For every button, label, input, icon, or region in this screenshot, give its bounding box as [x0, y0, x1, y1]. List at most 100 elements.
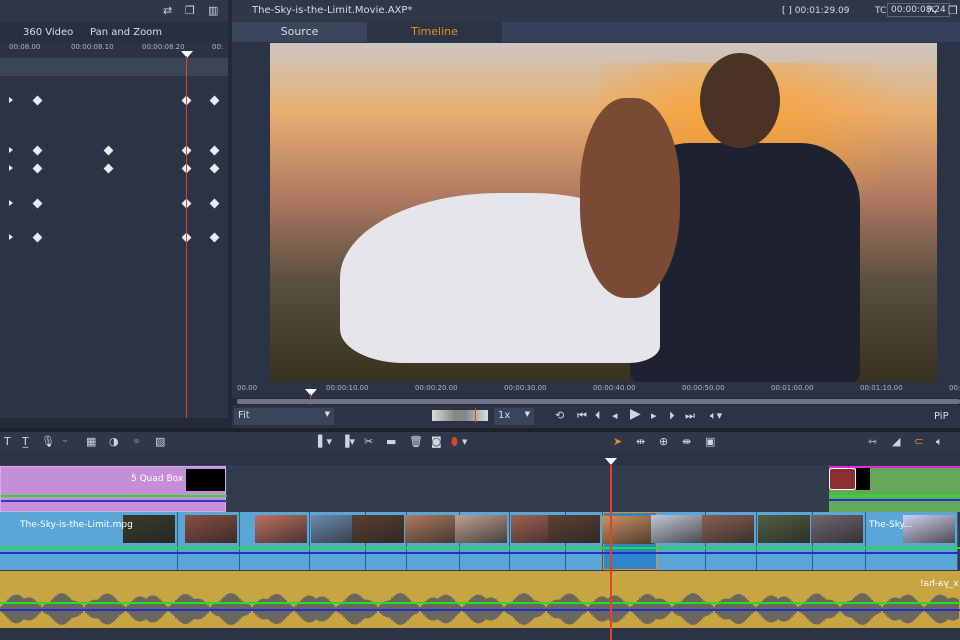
- razor-icon[interactable]: ✂: [364, 435, 373, 449]
- green-clip[interactable]: [829, 466, 960, 512]
- video-clip[interactable]: [240, 512, 310, 570]
- keyframe[interactable]: [209, 198, 220, 209]
- video-pan-line: [0, 552, 960, 554]
- crop-icon[interactable]: ▣: [705, 435, 715, 449]
- shuttle-control[interactable]: [432, 410, 488, 421]
- audio-scrub-icon[interactable]: 🔈︎: [936, 435, 943, 449]
- overlay-thumbnail: [186, 469, 225, 491]
- video-clip[interactable]: [405, 512, 460, 570]
- go-to-start-icon[interactable]: ⏮: [577, 409, 587, 423]
- expand-icon[interactable]: [9, 200, 13, 206]
- marker-out-icon[interactable]: ▐▾: [341, 435, 355, 449]
- player-scrubber-handle[interactable]: [305, 389, 317, 396]
- keyframe[interactable]: [209, 145, 220, 156]
- volume-icon[interactable]: 🔈︎▾: [710, 409, 722, 423]
- video-clip[interactable]: [455, 512, 510, 570]
- video-clip[interactable]: [548, 512, 603, 570]
- magnet-icon[interactable]: ⊂: [914, 435, 923, 449]
- player-ruler[interactable]: 00.00 00:00:10.00 00:00:20.00 00:00:30.00 00…: [232, 382, 960, 398]
- chevron-down-icon[interactable]: ▼: [462, 435, 467, 449]
- slip-icon[interactable]: ⊕: [659, 435, 668, 449]
- storyboard-icon[interactable]: ▬: [386, 435, 396, 449]
- keyframe[interactable]: [209, 95, 220, 106]
- color-icon[interactable]: ◑: [109, 435, 119, 449]
- next-marker-icon[interactable]: ⏵: [669, 409, 675, 423]
- popout-player-icon[interactable]: ❐: [948, 4, 958, 18]
- clip-thumbnail-icon: [829, 468, 856, 490]
- expand-icon[interactable]: [9, 234, 13, 240]
- keyframe-playhead-handle[interactable]: [181, 51, 193, 58]
- keyframe[interactable]: [103, 163, 114, 174]
- keyframe-row-header: [0, 58, 228, 76]
- timecode-field[interactable]: 00:00:08.24: [887, 3, 950, 17]
- video-preview[interactable]: [270, 43, 937, 382]
- player-scrollbar[interactable]: [237, 399, 960, 404]
- ruler-label: 00:01:10.00: [860, 384, 903, 392]
- video-clip[interactable]: [352, 512, 407, 570]
- tab-source[interactable]: Source: [232, 22, 367, 42]
- video-clip[interactable]: [757, 512, 813, 570]
- go-to-end-icon[interactable]: ⏭: [685, 409, 695, 423]
- tab-pan-and-zoom[interactable]: Pan and Zoom: [90, 27, 162, 38]
- transition-icon[interactable]: ᵕ: [63, 435, 68, 449]
- expand-icon[interactable]: [9, 147, 13, 153]
- keyframe[interactable]: [32, 232, 43, 243]
- snapshot-icon[interactable]: ◙: [431, 435, 442, 449]
- export-frame-icon[interactable]: ⇱: [928, 4, 937, 18]
- previous-marker-icon[interactable]: ⏴: [595, 409, 601, 423]
- trash-icon[interactable]: 🗑︎: [409, 435, 423, 449]
- layout-icon[interactable]: ▥: [208, 4, 218, 18]
- slide-icon[interactable]: ⇼: [682, 435, 691, 449]
- image-edit-icon[interactable]: ▨: [155, 435, 165, 449]
- microphone-icon[interactable]: 🎙︎: [41, 435, 55, 449]
- timeline-ruler[interactable]: [0, 452, 960, 465]
- clip-thumbnail: [856, 468, 870, 490]
- speed-select[interactable]: 1x ▼: [494, 408, 534, 425]
- tab-360-video[interactable]: 360 Video: [23, 27, 73, 38]
- pip-button[interactable]: PiP: [934, 411, 949, 422]
- volume-line: [829, 495, 960, 497]
- keyframe[interactable]: [32, 145, 43, 156]
- keyframe[interactable]: [32, 163, 43, 174]
- keyframe[interactable]: [209, 163, 220, 174]
- play-icon[interactable]: ▶: [630, 407, 641, 421]
- ruler-label: 00:08.00: [9, 43, 41, 51]
- video-clip[interactable]: [178, 512, 240, 570]
- player-header: The-Sky-is-the-Limit.Movie.AXP* [ ] 00:0…: [232, 0, 960, 22]
- swap-icon[interactable]: ⇄: [163, 4, 172, 18]
- video-clip[interactable]: [811, 512, 866, 570]
- insert-mode-icon[interactable]: ◢: [892, 435, 900, 449]
- popout-icon[interactable]: ❐: [185, 4, 195, 18]
- audio-clip[interactable]: x_ya-ha!: [0, 571, 960, 628]
- keyframe[interactable]: [32, 95, 43, 106]
- ruler-label: 00:00:10.00: [326, 384, 369, 392]
- player-controls: Fit ▼ 1x ▼ ⟲ ⏮ ⏴ ◂ ▶ ▸ ⏵ ⏭ 🔈︎▾ PiP: [232, 405, 960, 428]
- clip-thumbnail: [811, 515, 863, 543]
- keyframe-ruler[interactable]: 00:08.00 00:00:08.10 00:00:08.20 00:: [0, 42, 228, 58]
- select-tool-icon[interactable]: ➤: [613, 435, 622, 449]
- video-clip-label-2: The-Sky...: [869, 520, 913, 530]
- left-scrollbar[interactable]: [0, 418, 228, 426]
- zoom-select[interactable]: Fit ▼: [234, 408, 334, 425]
- keyframe[interactable]: [209, 232, 220, 243]
- keyframe[interactable]: [32, 198, 43, 209]
- marker-icon[interactable]: ⬮: [451, 435, 458, 449]
- frame-back-icon[interactable]: ◂: [612, 409, 618, 423]
- multicam-icon[interactable]: ▦: [86, 435, 96, 449]
- video-clip[interactable]: [702, 512, 757, 570]
- tab-timeline[interactable]: Timeline: [367, 22, 502, 42]
- expand-icon[interactable]: [9, 97, 13, 103]
- video-clip[interactable]: [651, 512, 706, 570]
- overlay-clip[interactable]: 5 Quad Box 1: [0, 466, 227, 512]
- marker-in-icon[interactable]: ▌▾: [318, 435, 332, 449]
- dynamic-length-icon[interactable]: ⇿: [868, 435, 877, 449]
- title-3d-icon[interactable]: T̲: [22, 435, 29, 449]
- overlay-clip-label: 5 Quad Box 1: [131, 474, 192, 484]
- trim-icon[interactable]: ⇹: [636, 435, 645, 449]
- loop-icon[interactable]: ⟲: [555, 409, 564, 423]
- frame-forward-icon[interactable]: ▸: [651, 409, 657, 423]
- expand-icon[interactable]: [9, 165, 13, 171]
- title-icon[interactable]: T: [4, 435, 11, 449]
- speed-select-value: 1x: [498, 410, 511, 421]
- keyframe[interactable]: [103, 145, 114, 156]
